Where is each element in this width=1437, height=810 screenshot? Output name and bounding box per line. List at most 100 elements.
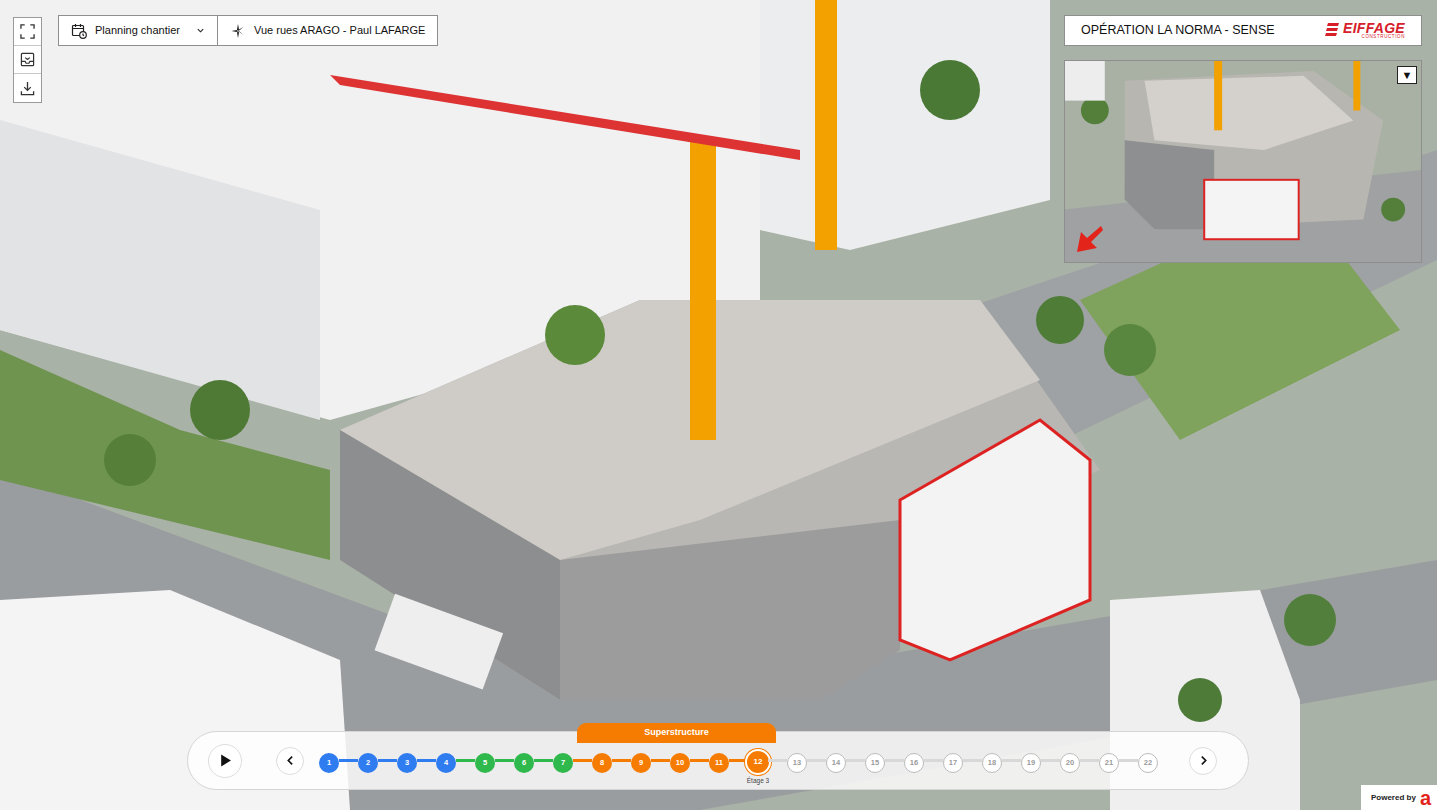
eiffage-mark-icon [1325,23,1339,38]
timeline-step: 18 [982,748,1002,773]
timeline-connector [1119,759,1138,762]
viewpoint-icon [230,23,246,39]
view-direction-arrow-icon [1075,224,1105,254]
timeline-step: 16 [904,748,924,773]
timeline-steps: 1234567Superstructure89101112Étage 31314… [319,747,1158,775]
timeline-step: 17 [943,748,963,773]
play-button[interactable] [208,744,242,778]
phase-label: Superstructure [577,723,776,743]
step-button[interactable]: 3 [397,753,417,773]
step-button[interactable]: 9 [631,753,651,773]
step-button[interactable]: 2 [358,753,378,773]
timeline-connector [339,759,358,762]
step-button[interactable]: 7 [553,753,573,773]
step-button[interactable]: 17 [943,753,963,773]
timeline-connector [456,759,475,762]
timeline-connector [963,759,982,762]
timeline-step: 13 [787,748,807,773]
timeline-step: 21 [1099,748,1119,773]
step-button[interactable]: 19 [1021,753,1041,773]
timeline-connector [612,759,631,762]
step-button[interactable]: 21 [1099,753,1119,773]
minimap-toggle[interactable]: ▼ [1397,66,1417,84]
timeline-step: 3 [397,748,417,773]
timeline-step: 19 [1021,748,1041,773]
timeline-connector [1041,759,1060,762]
tray-icon [20,52,35,67]
play-icon [219,754,232,767]
timeline-connector [1002,759,1021,762]
timeline-connector [651,759,670,762]
timeline-phase: 13 14 15 16 17 18 19 20 21 22 [768,748,1158,773]
viewer: Planning chantier Vue rues ARAGO - Paul … [0,0,1437,810]
step-button[interactable]: 4 [436,753,456,773]
timeline-connector [846,759,865,762]
step-button[interactable]: 14 [826,753,846,773]
timeline-connector [768,759,787,762]
capture-button[interactable] [14,46,41,74]
minimap[interactable]: ▼ [1064,60,1422,263]
timeline-connector [924,759,943,762]
step-button[interactable]: 22 [1138,753,1158,773]
step-button[interactable]: 16 [904,753,924,773]
chevron-down-icon [196,26,205,35]
timeline-connector [417,759,436,762]
timeline-step: 15 [865,748,885,773]
timeline-step: 6 [514,748,534,773]
timeline-step: 10 [670,748,690,773]
next-button[interactable] [1189,747,1217,775]
timeline-connector [1080,759,1099,762]
powered-label: Powered by [1371,792,1416,804]
top-bar: Planning chantier Vue rues ARAGO - Paul … [58,15,438,46]
timeline-phase: 1234 [319,748,456,773]
step-button[interactable]: 10 [670,753,690,773]
timeline-step: 2 [358,748,378,773]
planning-dropdown[interactable]: Planning chantier [59,16,217,45]
eiffage-logo: EIFFAGE CONSTRUCTION [1325,21,1405,40]
step-caption: Étage 3 [747,776,769,786]
timeline-step: 20 [1060,748,1080,773]
timeline-connector [534,759,553,762]
timeline-phase: 567 [456,748,573,773]
project-header: OPÉRATION LA NORMA - SENSE EIFFAGE CONST… [1064,15,1422,46]
timeline-connector [729,759,745,762]
timeline-step: 9 [631,748,651,773]
timeline-bar: 1234567Superstructure89101112Étage 31314… [187,731,1249,790]
calendar-clock-icon [71,23,87,39]
timeline-step: 14 [826,748,846,773]
timeline-step: 4 [436,748,456,773]
timeline-step: 11 [709,748,729,773]
download-button[interactable] [14,74,41,102]
fullscreen-button[interactable] [14,18,41,46]
timeline-connector [885,759,904,762]
step-button[interactable]: 20 [1060,753,1080,773]
step-button[interactable]: 13 [787,753,807,773]
step-button[interactable]: 8 [592,753,612,773]
timeline-step: 5 [475,748,495,773]
step-button[interactable]: 15 [865,753,885,773]
step-button[interactable]: 18 [982,753,1002,773]
tool-column [13,17,42,103]
timeline-connector [378,759,397,762]
previous-button[interactable] [276,747,304,775]
timeline-step: 22 [1138,748,1158,773]
timeline-step: 8 [592,748,612,773]
step-button[interactable]: 6 [514,753,534,773]
timeline-connector [807,759,826,762]
logo-brand: EIFFAGE [1343,21,1405,35]
project-title: OPÉRATION LA NORMA - SENSE [1081,21,1275,40]
view-selector[interactable]: Vue rues ARAGO - Paul LAFARGE [217,16,437,45]
view-label: Vue rues ARAGO - Paul LAFARGE [254,22,425,39]
timeline-phase: Superstructure89101112Étage 3 [573,747,768,775]
download-icon [20,81,35,96]
timeline-connector [495,759,514,762]
chevron-left-icon [285,755,296,766]
powered-by-badge: Powered by a [1361,785,1437,810]
step-button[interactable]: 5 [475,753,495,773]
powered-logo: a [1420,788,1431,808]
step-button[interactable]: 11 [709,753,729,773]
logo-subtitle: CONSTRUCTION [1343,35,1405,40]
step-button[interactable]: 1 [319,753,339,773]
timeline-step: 7 [553,748,573,773]
timeline-step: 1 [319,748,339,773]
